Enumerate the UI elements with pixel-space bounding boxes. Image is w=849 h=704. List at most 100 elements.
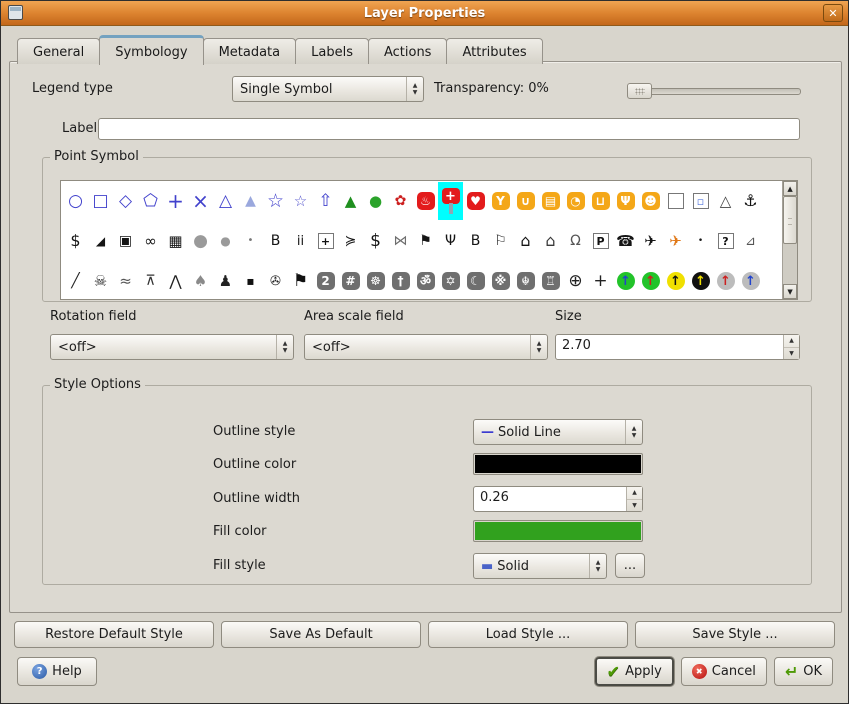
close-button[interactable]: ✕ [823, 4, 843, 22]
beer-symbol[interactable]: ⊔ [588, 182, 613, 220]
star-of-david-symbol[interactable]: ✡ [438, 262, 463, 299]
conifer-tree-symbol[interactable]: ▲ [338, 182, 363, 220]
restaurant-symbol[interactable]: Ψ [613, 182, 638, 220]
star-outline-symbol[interactable]: ☆ [263, 182, 288, 220]
dollar-bold-symbol[interactable]: $ [363, 222, 388, 260]
up-arrow-black-yellow-symbol[interactable]: ↑ [688, 262, 713, 299]
boat-symbol[interactable]: ◢ [88, 222, 113, 260]
outline-color-swatch[interactable] [473, 453, 643, 475]
circle-medium-symbol[interactable]: ● [213, 222, 238, 260]
community-symbol[interactable]: ※ [488, 262, 513, 299]
golf-pin-symbol[interactable]: ⚐ [488, 222, 513, 260]
fish-symbol[interactable]: ⋈ [388, 222, 413, 260]
anchor-symbol[interactable]: ⚓ [738, 182, 763, 220]
khanda-symbol[interactable]: ☬ [513, 262, 538, 299]
fuel-pump-2-symbol[interactable]: B [463, 222, 488, 260]
up-arrow-yellow-black-symbol[interactable]: ↑ [663, 262, 688, 299]
area-scale-field-combobox[interactable]: <off> ▲▼ [304, 334, 548, 360]
deer-symbol[interactable]: ≽ [338, 222, 363, 260]
cancel-button[interactable]: ✖ Cancel [681, 657, 767, 686]
question-mark-symbol[interactable]: ? [713, 222, 738, 260]
satellite-dish-symbol[interactable]: ⊿ [738, 222, 763, 260]
outline-style-combobox[interactable]: — Solid Line ▲▼ [473, 419, 643, 445]
tab-metadata[interactable]: Metadata [203, 38, 297, 64]
first-aid-box-symbol[interactable]: + [313, 222, 338, 260]
tab-symbology[interactable]: Symbology [99, 35, 203, 65]
christian-cross-symbol[interactable]: † [388, 262, 413, 299]
dharma-wheel-symbol[interactable]: ☸ [363, 262, 388, 299]
tv-antenna-symbol[interactable]: ✇ [263, 262, 288, 299]
square-symbol[interactable]: □ [88, 182, 113, 220]
museum-symbol[interactable]: ♖ [538, 262, 563, 299]
diamond-symbol[interactable]: ◇ [113, 182, 138, 220]
restaurant-bw-symbol[interactable]: Ψ [438, 222, 463, 260]
cross-plus-symbol[interactable]: + [163, 182, 188, 220]
ok-button[interactable]: ↵ OK [774, 657, 833, 686]
fire-symbol[interactable]: ♨ [413, 182, 438, 220]
scrollbar-thumb[interactable] [783, 196, 797, 244]
telephone-symbol[interactable]: ☎ [613, 222, 638, 260]
tab-labels[interactable]: Labels [295, 38, 369, 64]
deciduous-tree-symbol[interactable]: ● [363, 182, 388, 220]
scroll-down-icon[interactable]: ▼ [783, 284, 797, 299]
airplane-symbol[interactable]: ✈ [638, 222, 663, 260]
apply-button[interactable]: ✔ Apply [595, 657, 674, 686]
spin-down-icon[interactable]: ▼ [784, 348, 799, 360]
people-symbol[interactable]: ii [288, 222, 313, 260]
car-symbol[interactable]: ∞ [138, 222, 163, 260]
airplane-orange-symbol[interactable]: ✈ [663, 222, 688, 260]
save-as-default-button[interactable]: Save As Default [221, 621, 421, 648]
triangle-symbol[interactable]: △ [213, 182, 238, 220]
up-arrow-gray-blue-symbol[interactable]: ↑ [738, 262, 763, 299]
fill-style-combobox[interactable]: ▬ Solid ▲▼ [473, 553, 607, 579]
restore-default-style-button[interactable]: Restore Default Style [14, 621, 214, 648]
spin-down-icon[interactable]: ▼ [627, 500, 642, 512]
flag-pin-symbol[interactable]: ⚑ [413, 222, 438, 260]
empty-square-symbol[interactable] [663, 182, 688, 220]
save-style-button[interactable]: Save Style ... [635, 621, 835, 648]
prayer-symbol[interactable]: 2 [313, 262, 338, 299]
up-arrow-gray-red-symbol[interactable]: ↑ [713, 262, 738, 299]
house-filled-symbol[interactable]: ⌂ [538, 222, 563, 260]
star-symbol[interactable]: ☆ [288, 182, 313, 220]
arithmetic-symbol[interactable]: # [338, 262, 363, 299]
scrollbar-track[interactable] [783, 196, 797, 284]
outline-width-spinbox[interactable]: 0.26 ▲ ▼ [473, 486, 643, 512]
label-input[interactable] [98, 118, 800, 140]
hiker-symbol[interactable]: ♟ [213, 262, 238, 299]
fuel-pump-symbol[interactable]: B [263, 222, 288, 260]
flower-symbol[interactable]: ✿ [388, 182, 413, 220]
skier-symbol[interactable]: ╱ [63, 262, 88, 299]
tab-general[interactable]: General [17, 38, 100, 64]
dollar-symbol[interactable]: $ [63, 222, 88, 260]
pentagon-symbol[interactable]: ⬠ [138, 182, 163, 220]
camera-symbol[interactable]: ▣ [113, 222, 138, 260]
picnic-table-symbol[interactable]: ⊼ [138, 262, 163, 299]
teepee-symbol[interactable]: ⋀ [163, 262, 188, 299]
rotation-field-combobox[interactable]: <off> ▲▼ [50, 334, 294, 360]
smiley-symbol[interactable]: ☻ [638, 182, 663, 220]
scroll-up-icon[interactable]: ▲ [783, 181, 797, 196]
skull-crossbones-symbol[interactable]: ☠ [88, 262, 113, 299]
circle-small-symbol[interactable]: • [238, 222, 263, 260]
swimmer-symbol[interactable]: ≈ [113, 262, 138, 299]
up-arrow-green-blue-symbol[interactable]: ↑ [613, 262, 638, 299]
fill-color-swatch[interactable] [473, 520, 643, 542]
hot-air-balloon-symbol[interactable]: Ω [563, 222, 588, 260]
tab-actions[interactable]: Actions [368, 38, 448, 64]
circle-large-symbol[interactable]: ● [188, 222, 213, 260]
tab-attributes[interactable]: Attributes [446, 38, 542, 64]
cinema-film-symbol[interactable]: ▤ [538, 182, 563, 220]
symbol-scrollbar[interactable]: ▲ ▼ [782, 181, 797, 299]
compass-symbol[interactable]: ⊕ [563, 262, 588, 299]
heart-badge-symbol[interactable]: ♥ [463, 182, 488, 220]
triangle-thin-symbol[interactable]: △ [713, 182, 738, 220]
house-outline-symbol[interactable]: ⌂ [513, 222, 538, 260]
flag-black-symbol[interactable]: ⚑ [288, 262, 313, 299]
cross-x-symbol[interactable]: × [188, 182, 213, 220]
crescent-moon-symbol[interactable]: ☾ [463, 262, 488, 299]
transparency-slider[interactable] [627, 83, 801, 99]
title-bar[interactable]: Layer Properties ✕ [1, 1, 848, 26]
fill-style-more-button[interactable]: ... [615, 553, 645, 578]
om-symbol[interactable]: ॐ [413, 262, 438, 299]
